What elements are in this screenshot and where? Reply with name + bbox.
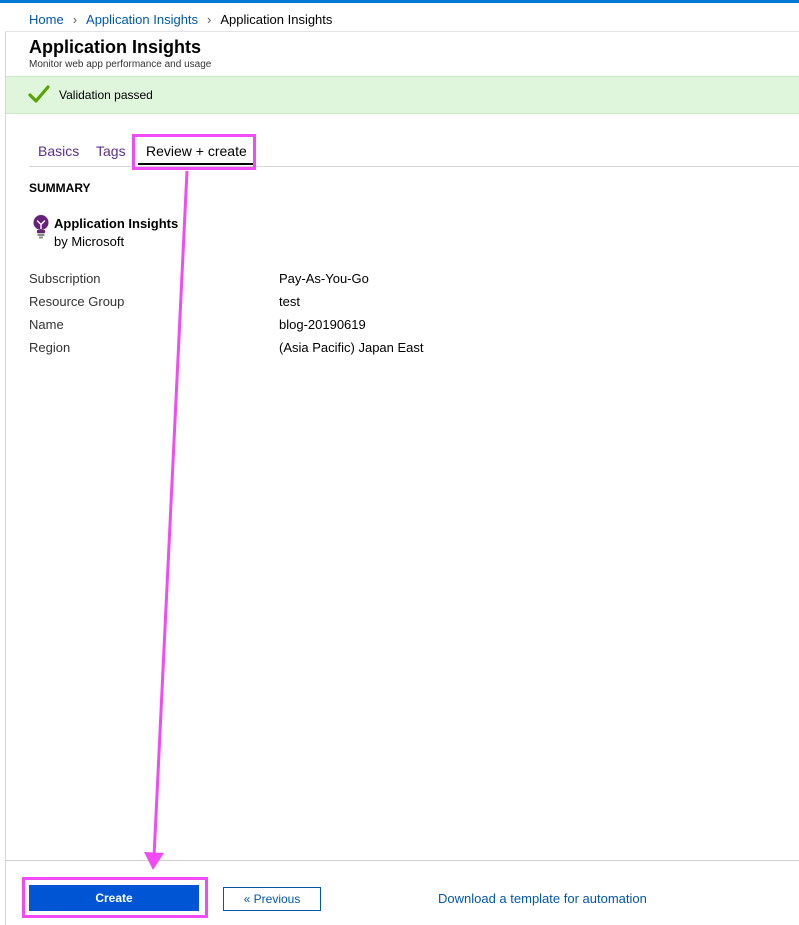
- summary-value: test: [279, 294, 300, 309]
- breadcrumb-current: Application Insights: [220, 11, 333, 27]
- checkmark-icon: [28, 85, 50, 103]
- blade-border: [5, 31, 6, 925]
- tab-tags[interactable]: Tags: [96, 143, 126, 159]
- summary-value: blog-20190619: [279, 317, 366, 332]
- summary-label: Region: [29, 340, 71, 355]
- chevron-right-icon: ›: [207, 11, 212, 27]
- previous-button[interactable]: « Previous: [223, 887, 321, 911]
- summary-value: Pay-As-You-Go: [279, 271, 369, 286]
- create-highlight-box: [22, 877, 208, 918]
- tab-basics[interactable]: Basics: [38, 143, 79, 159]
- validation-banner: Validation passed: [6, 76, 799, 114]
- lightbulb-icon: [33, 215, 49, 239]
- product-name: Application Insights: [54, 216, 179, 231]
- footer-divider: [6, 860, 799, 861]
- product-publisher: by Microsoft: [54, 234, 125, 249]
- top-accent-bar: [0, 0, 799, 3]
- download-template-link[interactable]: Download a template for automation: [438, 891, 647, 906]
- page-title: Application Insights: [29, 37, 202, 57]
- page-subtitle: Monitor web app performance and usage: [29, 59, 212, 70]
- breadcrumb: Home › Application Insights › Applicatio…: [29, 10, 332, 28]
- summary-heading: SUMMARY: [29, 181, 91, 195]
- summary-label: Resource Group: [29, 294, 125, 309]
- breadcrumb-home[interactable]: Home: [29, 12, 64, 27]
- summary-value: (Asia Pacific) Japan East: [279, 340, 424, 355]
- header-divider: [5, 31, 799, 32]
- validation-text: Validation passed: [59, 88, 153, 102]
- chevron-right-icon: ›: [72, 11, 78, 27]
- annotation-arrow: [144, 170, 189, 870]
- tab-highlight-box: [132, 134, 256, 170]
- summary-label: Subscription: [29, 271, 101, 286]
- breadcrumb-application-insights[interactable]: Application Insights: [86, 12, 198, 27]
- summary-label: Name: [29, 317, 64, 332]
